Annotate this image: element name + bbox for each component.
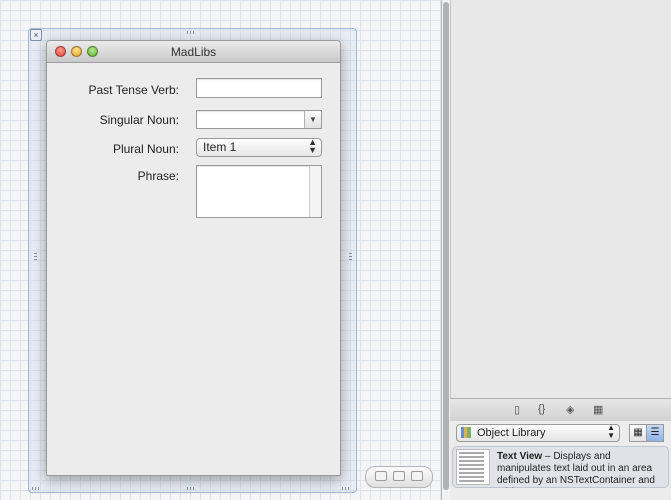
- resize-handle-bottom[interactable]: [187, 487, 196, 490]
- up-down-arrows-icon: ▲ ▼: [308, 137, 317, 155]
- cube-icon[interactable]: ◈: [566, 403, 574, 416]
- object-library-select[interactable]: Object Library ▲ ▼: [456, 424, 620, 442]
- past-tense-verb-field[interactable]: [196, 78, 322, 98]
- inspector-panel: [450, 0, 671, 398]
- icon-view-icon[interactable]: ▦: [629, 424, 647, 442]
- past-tense-verb-label: Past Tense Verb:: [88, 83, 179, 97]
- library-item-text-view[interactable]: Text View – Displays and manipulates tex…: [452, 446, 669, 498]
- file-icon[interactable]: ▯: [514, 403, 520, 416]
- up-down-arrows-icon: ▲ ▼: [607, 423, 615, 440]
- madlibs-window[interactable]: MadLibs Past Tense Verb: Singular Noun: …: [46, 40, 341, 476]
- resize-handle-top[interactable]: [187, 31, 196, 34]
- scrollbar-thumb[interactable]: [443, 2, 449, 490]
- plural-noun-popup[interactable]: Item 1 ▲ ▼: [196, 138, 322, 157]
- library-item-title: Text View: [497, 451, 543, 462]
- plural-noun-label: Plural Noun:: [112, 142, 179, 156]
- braces-icon[interactable]: {}: [538, 403, 545, 415]
- singular-noun-label: Singular Noun:: [99, 113, 179, 127]
- close-icon[interactable]: ×: [30, 29, 42, 41]
- window-title: MadLibs: [170, 45, 217, 59]
- resize-handle-left[interactable]: [34, 253, 37, 262]
- library-tab-bar: ▯ {} ◈ ▦: [450, 398, 671, 422]
- plural-noun-selected: Item 1: [203, 140, 237, 154]
- phrase-text-view[interactable]: [196, 165, 322, 218]
- align-icon[interactable]: [375, 471, 387, 481]
- grid-icon[interactable]: ▦: [593, 403, 603, 416]
- layout-toolbar: [365, 466, 433, 488]
- text-view-scrollbar[interactable]: [309, 166, 321, 217]
- phrase-label: Phrase:: [137, 169, 179, 183]
- resize-handle-bottom-right[interactable]: [342, 487, 351, 490]
- list-view-icon[interactable]: ☰: [646, 424, 664, 442]
- resize-handle-right[interactable]: [349, 253, 352, 262]
- object-library-label: Object Library: [477, 427, 546, 439]
- text-view-thumbnail: [456, 449, 490, 485]
- chevron-down-icon[interactable]: ▼: [304, 111, 321, 128]
- singular-noun-combo[interactable]: ▼: [196, 110, 322, 129]
- resize-handle-bottom-left[interactable]: [32, 487, 41, 490]
- window-titlebar[interactable]: MadLibs: [47, 41, 340, 63]
- library-icon: [461, 427, 471, 438]
- pin-icon[interactable]: [393, 471, 405, 481]
- resolve-icon[interactable]: [411, 471, 423, 481]
- library-list-bottom: [450, 488, 671, 500]
